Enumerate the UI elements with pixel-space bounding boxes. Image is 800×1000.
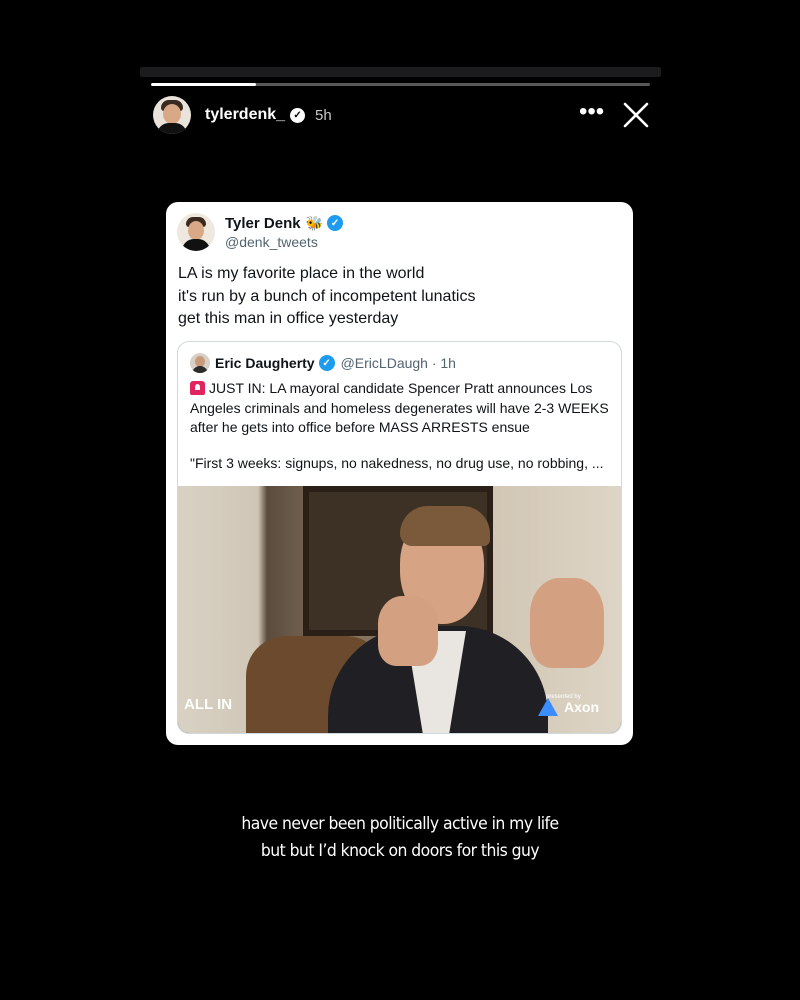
tweet-author-handle: @denk_tweets [225, 233, 318, 250]
axon-name: Axon [564, 699, 599, 715]
avatar[interactable] [153, 96, 191, 134]
quoted-tweet-header: Eric Daugherty ✓ @EricLDaugh · 1h [190, 353, 456, 373]
username[interactable]: tylerdenk_ [205, 106, 285, 124]
quoted-tweet-text-2: "First 3 weeks: signups, no nakedness, n… [190, 455, 604, 471]
story-progress-bar [151, 83, 650, 86]
quoted-author-handle-time: @EricLDaugh · 1h [340, 355, 456, 371]
axon-icon [538, 698, 558, 716]
tweet-line: LA is my favorite place in the world [178, 265, 425, 282]
quoted-text-body: JUST IN: LA mayoral candidate Spencer Pr… [190, 380, 609, 435]
bee-emoji-icon: 🐝 [305, 214, 324, 231]
tweet-line: it's run by a bunch of incompetent lunat… [178, 287, 476, 305]
caption-line: but but I’d knock on doors for this guy [260, 841, 540, 861]
all-in-logo: ALL IN [184, 696, 233, 713]
tweet-header: Tyler Denk 🐝 ✓ @denk_tweets [177, 213, 344, 251]
close-icon[interactable] [623, 102, 649, 128]
blue-verified-icon: ✓ [327, 215, 344, 231]
verified-icon: ✓ [290, 107, 306, 123]
tweet-author-avatar [177, 213, 215, 251]
tweet-text: LA is my favorite place in the world it'… [178, 263, 618, 331]
quoted-author-avatar [190, 353, 210, 373]
tweet-author-name: Tyler Denk [225, 214, 301, 232]
siren-icon [190, 381, 205, 395]
quoted-author-name: Eric Daugherty [215, 355, 315, 371]
tweet-line: get this man in office yesterday [178, 310, 399, 327]
blue-verified-icon: ✓ [318, 355, 335, 371]
caption-line: have never been politically active in my… [241, 814, 559, 834]
story-progress-fill [151, 83, 256, 86]
story-top-band [140, 67, 661, 77]
post-time: 5h [315, 106, 332, 124]
video-thumbnail: ALL IN presented by Axon [178, 486, 621, 733]
tweet-card[interactable]: Tyler Denk 🐝 ✓ @denk_tweets LA is my fav… [166, 202, 633, 745]
axon-logo: Axon [538, 698, 599, 716]
quoted-tweet: Eric Daugherty ✓ @EricLDaugh · 1h JUST I… [177, 341, 622, 734]
story-header: tylerdenk_ ✓ 5h ••• [153, 96, 651, 134]
more-horizontal-icon[interactable]: ••• [579, 100, 604, 124]
story-caption: have never been politically active in my… [170, 811, 630, 865]
quoted-tweet-text: JUST IN: LA mayoral candidate Spencer Pr… [190, 379, 615, 438]
